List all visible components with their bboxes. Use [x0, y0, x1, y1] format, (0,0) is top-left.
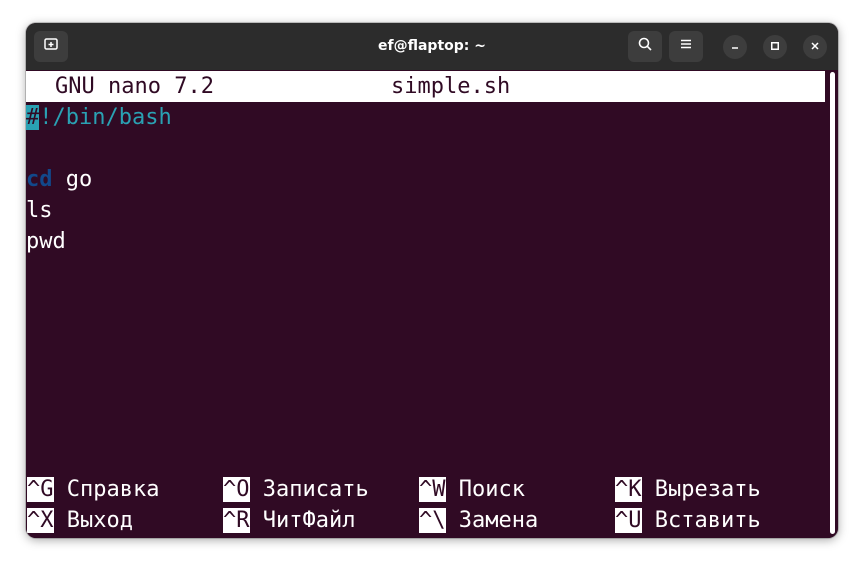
- editor-line-5[interactable]: pwd: [26, 226, 66, 257]
- shortcut-key: ^X: [27, 508, 54, 533]
- shortcut-label: Поиск: [458, 477, 525, 502]
- shortcut-label: Записать: [262, 477, 369, 502]
- nano-header: GNU nano 7.2 simple.sh: [26, 71, 825, 102]
- menu-button[interactable]: [669, 31, 703, 62]
- shortcut-label: ЧитФайл: [262, 508, 356, 533]
- close-icon: [810, 38, 820, 56]
- maximize-button[interactable]: [763, 35, 787, 59]
- nano-filename: simple.sh: [391, 74, 511, 99]
- shortcut-read-file[interactable]: ^R ЧитФайл: [223, 505, 355, 536]
- search-button[interactable]: [628, 31, 662, 62]
- text-cursor: #: [26, 105, 40, 130]
- shortcut-label: Справка: [66, 477, 160, 502]
- nano-version: GNU nano 7.2: [55, 74, 214, 99]
- shortcut-key: ^U: [615, 508, 642, 533]
- shortcut-label: Замена: [458, 508, 539, 533]
- minimize-button[interactable]: [723, 35, 747, 59]
- shortcut-key: ^\: [419, 508, 446, 533]
- shortcut-label: Вырезать: [654, 477, 761, 502]
- shortcut-key: ^K: [615, 477, 642, 502]
- shortcut-paste[interactable]: ^U Вставить: [615, 505, 761, 536]
- shortcut-label: Выход: [66, 508, 133, 533]
- shebang-text: !/bin/bash: [39, 105, 172, 130]
- editor-line-3[interactable]: cd go: [26, 164, 92, 195]
- shortcut-replace[interactable]: ^\ Замена: [419, 505, 538, 536]
- title-bar: ef@flaptop: ~: [26, 23, 838, 70]
- close-button[interactable]: [803, 35, 827, 59]
- editor-line-1[interactable]: #!/bin/bash: [26, 102, 172, 133]
- shortcut-exit[interactable]: ^X Выход: [27, 505, 133, 536]
- new-tab-icon: [43, 36, 59, 57]
- search-icon: [637, 36, 653, 57]
- shortcut-key: ^W: [419, 477, 446, 502]
- keyword-cd: cd: [26, 167, 53, 192]
- scrollbar[interactable]: [825, 70, 838, 538]
- terminal-area[interactable]: GNU nano 7.2 simple.sh #!/bin/bash cd go …: [26, 70, 838, 538]
- shortcut-write[interactable]: ^O Записать: [223, 474, 369, 505]
- shortcut-help[interactable]: ^G Справка: [27, 474, 159, 505]
- shortcut-key: ^R: [223, 508, 250, 533]
- new-tab-button[interactable]: [34, 31, 68, 62]
- hamburger-menu-icon: [678, 36, 694, 57]
- line3-text: go: [52, 167, 93, 192]
- maximize-icon: [770, 38, 780, 56]
- shortcut-key: ^G: [27, 477, 54, 502]
- shortcut-search[interactable]: ^W Поиск: [419, 474, 525, 505]
- minimize-icon: [730, 38, 740, 56]
- shortcut-label: Вставить: [654, 508, 761, 533]
- shortcut-cut[interactable]: ^K Вырезать: [615, 474, 761, 505]
- terminal-window: ef@flaptop: ~ GNU nano 7.2 simple.sh #!/…: [26, 23, 838, 538]
- window-title: ef@flaptop: ~: [378, 38, 486, 54]
- scrollbar-thumb[interactable]: [830, 72, 835, 534]
- shortcut-key: ^O: [223, 477, 250, 502]
- editor-line-4[interactable]: ls: [26, 195, 53, 226]
